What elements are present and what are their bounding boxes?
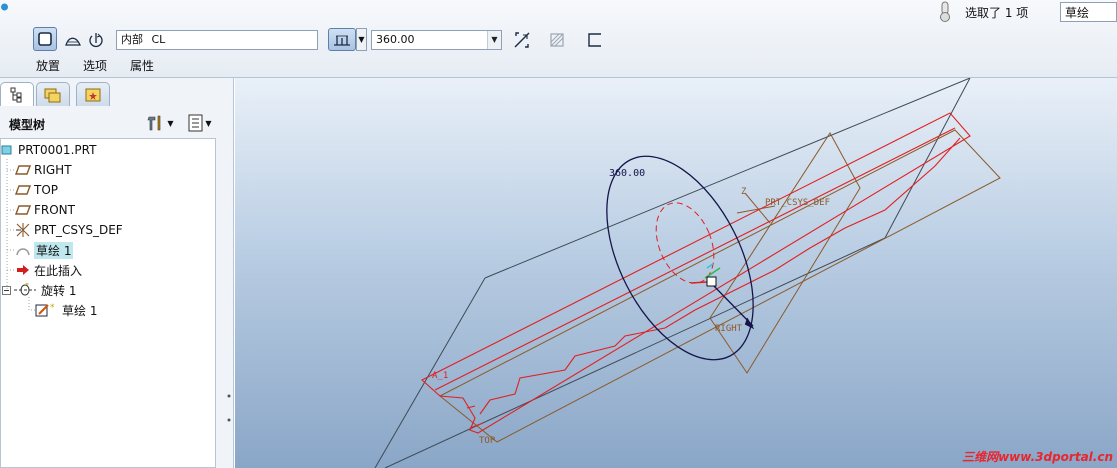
tools-icon [148, 115, 161, 131]
axis-a1-label: A_1 [432, 371, 448, 381]
right-plane-label: RIGHT [715, 324, 743, 334]
selection-filter-select[interactable]: 草绘 [1060, 2, 1117, 22]
thicken-icon [89, 33, 103, 48]
angle-dimension-label[interactable]: 360.00 [609, 168, 645, 179]
model-viewport[interactable]: 360.00 Z PRT_CSYS_DEF RIGHT TOP A_1 [235, 78, 1117, 468]
model-tree-icon [10, 87, 22, 102]
angle-value-input[interactable]: 360.00 ▼ [371, 30, 502, 50]
watermark: 三维网www.3dportal.cn [962, 450, 1113, 464]
z-axis-label: Z [741, 187, 747, 197]
datum-plane-right[interactable] [709, 132, 861, 374]
axis-collector-input[interactable]: 内部 CL [116, 30, 318, 50]
tree-settings-button[interactable]: ▼ [144, 112, 176, 134]
datum-plane-top[interactable] [439, 129, 1001, 443]
selection-filter-value: 草绘 [1065, 6, 1090, 20]
tab-placement[interactable]: 放置 [36, 57, 60, 74]
favorites-icon [85, 88, 101, 101]
navigator-tabs [0, 80, 234, 106]
axis-drag-handle[interactable] [690, 263, 721, 287]
model-tree-header: 模型树 ▼ ▼ [0, 109, 220, 137]
chevron-down-icon: ▼ [358, 35, 365, 44]
thicken-sketch-icon [588, 33, 601, 47]
angle-option-button[interactable] [328, 28, 356, 51]
tree-show-button[interactable]: ▼ [184, 112, 216, 134]
flip-direction-button[interactable] [510, 28, 534, 52]
chevron-down-icon: ▼ [167, 118, 174, 128]
tab-favorites[interactable] [76, 82, 110, 106]
axis-collector-prefix: 内部 [121, 33, 143, 46]
tree-connectors [6, 159, 35, 311]
surface-icon [65, 37, 81, 46]
tab-model-tree[interactable] [0, 82, 34, 106]
model-tree-title: 模型树 [9, 118, 46, 132]
angle-value-text: 360.00 [376, 33, 415, 46]
selection-filter-icon [940, 1, 950, 22]
tab-options[interactable]: 选项 [83, 57, 107, 74]
sketch-profile[interactable] [421, 112, 971, 434]
tab-properties[interactable]: 属性 [130, 57, 154, 74]
datum-plane-front[interactable] [374, 78, 971, 468]
navigator-sash-lower[interactable] [224, 378, 234, 468]
solid-button[interactable] [33, 27, 57, 51]
folder-browser-icon [44, 88, 61, 102]
thicken-button[interactable] [85, 29, 107, 51]
app-icon [1, 3, 8, 11]
remove-material-icon [550, 33, 564, 47]
remove-material-button[interactable] [545, 28, 569, 52]
thicken-sketch-button[interactable] [583, 28, 607, 52]
top-plane-label: TOP [479, 436, 496, 446]
tree-item-internal-sketch[interactable]: * 草绘 1 [35, 300, 249, 320]
model-tree: PRT0001.PRT RIGHT TOP FRONT PRT_CSYS_DEF… [0, 138, 216, 468]
chevron-down-icon: ▼ [205, 118, 212, 128]
graphics-window[interactable]: 360.00 Z PRT_CSYS_DEF RIGHT TOP A_1 三维网w… [235, 78, 1117, 468]
flip-direction-icon [514, 32, 530, 48]
angle-option-dropdown[interactable]: ▼ [356, 28, 367, 51]
csys-label: PRT_CSYS_DEF [765, 198, 830, 208]
navigator-panel: 模型树 ▼ ▼ PRT0001.PRT RIGHT TOP FRONT PRT_… [0, 78, 234, 468]
list-icon [188, 114, 203, 132]
surface-button[interactable] [62, 29, 84, 51]
variable-angle-icon [334, 35, 350, 46]
selection-status: 选取了 1 项 [965, 6, 1029, 20]
solid-icon [38, 32, 52, 46]
revolve-dashboard: 内部 CL ▼ 360.00 ▼ 放置 选项 属性 选取了 1 项 草绘 [0, 0, 1117, 78]
angle-dropdown-arrow[interactable]: ▼ [487, 31, 501, 49]
axis-collector-value: CL [151, 33, 166, 46]
tab-folder-browser[interactable] [36, 82, 70, 106]
tree-item-label: 草绘 1 [62, 303, 98, 318]
